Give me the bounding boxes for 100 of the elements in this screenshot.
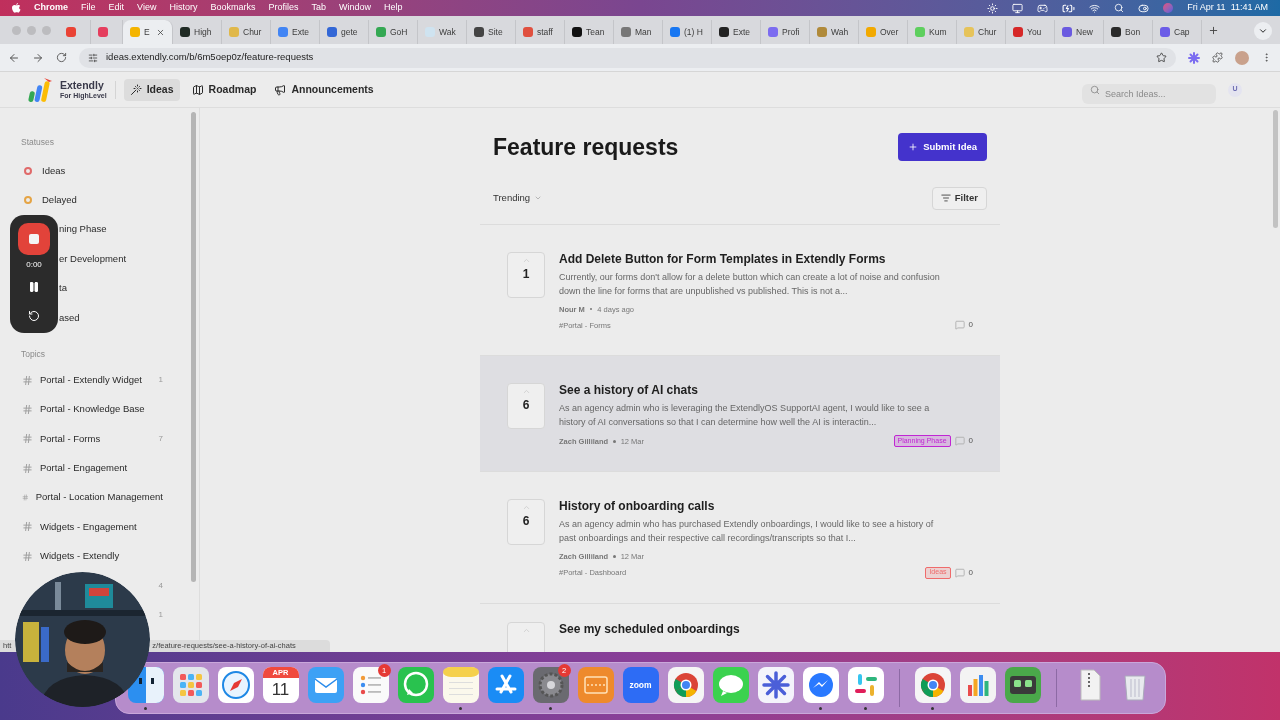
- url-text: ideas.extendly.com/b/6m5oep0z/feature-requests: [106, 50, 314, 65]
- filter-icon: [940, 193, 951, 203]
- comment-icon: [954, 567, 965, 578]
- section-heading: Statuses: [20, 136, 56, 148]
- sort-dropdown[interactable]: Trending: [493, 190, 543, 206]
- post-title[interactable]: See a history of AI chats: [559, 383, 973, 398]
- stop-icon: [29, 234, 39, 244]
- topic-label: Portal - Location Management: [35, 490, 163, 505]
- vote-button[interactable]: 6: [507, 499, 545, 545]
- topic-item[interactable]: Portal - Location Management: [0, 482, 199, 513]
- robot-icon: [1004, 667, 1041, 703]
- pinwheel-icon: [847, 667, 884, 703]
- topic-item[interactable]: Widgets - Engagement: [0, 512, 199, 542]
- chevron-down-icon: [1258, 26, 1268, 36]
- restart-icon[interactable]: [28, 310, 40, 322]
- zoom-tile: zoom: [622, 667, 659, 703]
- submit-idea-button[interactable]: Submit Idea: [898, 133, 987, 162]
- gamepad-icon[interactable]: [1037, 2, 1049, 14]
- search-icon: [1090, 84, 1100, 95]
- post-card[interactable]: [480, 355, 1000, 471]
- menu-item[interactable]: Help: [384, 1, 403, 15]
- search-icon[interactable]: [1114, 3, 1125, 13]
- comment-count: 0: [968, 566, 973, 579]
- nav-tab[interactable]: Ideas: [123, 78, 180, 101]
- address-field[interactable]: ideas.extendly.com/b/6m5oep0z/feature-requests: [79, 47, 1176, 68]
- monitor-icon[interactable]: [1012, 2, 1024, 14]
- status-item[interactable]: Delayed: [0, 185, 199, 215]
- profile-avatar[interactable]: [1235, 50, 1249, 65]
- browser-tab[interactable]: E: [123, 20, 173, 44]
- menu-item[interactable]: Window: [338, 1, 371, 15]
- menu-item[interactable]: View: [137, 1, 157, 15]
- topic-item[interactable]: Portal - Extendly Widget 1: [0, 365, 199, 395]
- dock-item[interactable]: zoom: [620, 667, 661, 713]
- status-item[interactable]: Ideas: [0, 156, 199, 186]
- back-icon[interactable]: [8, 51, 20, 64]
- topic-label: Widgets - Engagement: [40, 519, 137, 534]
- menu-item[interactable]: Profiles: [268, 1, 299, 15]
- menu-item[interactable]: History: [169, 1, 198, 15]
- menu-item[interactable]: Bookmarks: [210, 1, 256, 15]
- hash-icon: [22, 433, 33, 445]
- post-title[interactable]: See my scheduled onboardings: [559, 621, 973, 637]
- menu-item[interactable]: Edit: [108, 1, 125, 15]
- chevron-down-icon: [534, 194, 543, 202]
- topic-item[interactable]: Portal - Engagement: [0, 453, 199, 483]
- control-center-icon[interactable]: [1138, 2, 1150, 14]
- bar-chart-icon: [959, 667, 996, 703]
- hash-icon: [22, 403, 33, 415]
- post-description: As an agency admin who is leveraging the ExtendlyOS SupportAI agent, I would like to see a history of AI conversations so that I can determine how well the AI is interactin...: [559, 402, 931, 429]
- vote-button[interactable]: 6: [507, 383, 545, 429]
- chat-bubble-icon: [397, 667, 434, 703]
- flower-extension-icon[interactable]: [1188, 51, 1200, 64]
- page-title: Feature requests: [493, 133, 679, 162]
- extensions-icon[interactable]: [1212, 52, 1223, 63]
- speech-bubble-icon: [712, 667, 749, 703]
- color-orb-icon[interactable]: [1163, 3, 1174, 13]
- menu-item[interactable]: File: [81, 1, 96, 15]
- pause-icon[interactable]: [28, 281, 40, 293]
- post-title[interactable]: History of onboarding calls: [559, 499, 973, 514]
- logo-name: Extendly: [60, 80, 105, 91]
- topic-count: 7: [158, 432, 163, 445]
- envelope-icon: [307, 667, 344, 703]
- stop-recording-button[interactable]: [18, 223, 50, 255]
- app-menu[interactable]: Chrome: [34, 1, 68, 15]
- compass-icon: [217, 667, 254, 703]
- forward-icon[interactable]: [32, 51, 44, 64]
- vote-button[interactable]: 1: [507, 251, 545, 298]
- nav-tab[interactable]: Roadmap: [185, 78, 263, 101]
- hash-icon: [22, 521, 33, 533]
- scrollbar-thumb[interactable]: [1273, 110, 1278, 228]
- post-title[interactable]: Add Delete Button for Form Templates in Extendly Forms: [559, 251, 973, 267]
- hash-icon: [22, 374, 33, 386]
- sun-icon[interactable]: [987, 2, 999, 14]
- reload-icon[interactable]: [56, 52, 67, 63]
- status-item[interactable]: ased: [59, 310, 80, 325]
- site-settings-icon[interactable]: [88, 52, 98, 63]
- topic-item[interactable]: Widgets - Extendly: [0, 541, 199, 572]
- status-item[interactable]: ta: [59, 281, 67, 296]
- dotted-panel-icon: [577, 667, 614, 703]
- search-field[interactable]: Search Ideas...: [1082, 83, 1216, 104]
- apple-logo-icon[interactable]: [12, 3, 21, 13]
- grid-icon: [172, 667, 209, 703]
- recording-time: 0:00: [26, 259, 42, 271]
- bookmark-star-icon[interactable]: [1156, 52, 1167, 63]
- lightning-bubble-icon: [802, 667, 839, 703]
- nav-tab[interactable]: Announcements: [268, 78, 380, 101]
- scrollbar-thumb[interactable]: [191, 112, 196, 582]
- filter-button[interactable]: Filter: [931, 186, 987, 210]
- new-tab-icon[interactable]: [1208, 25, 1219, 36]
- topic-item[interactable]: Portal - Forms 7: [0, 424, 199, 454]
- post-card[interactable]: See my scheduled onboardings: [480, 602, 1000, 652]
- menu-clock[interactable]: Fri Apr 11 11:41 AM: [1187, 1, 1268, 15]
- topic-label: Portal - Engagement: [40, 461, 128, 476]
- menu-item[interactable]: Tab: [311, 1, 326, 15]
- status-item[interactable]: er Development: [59, 251, 127, 266]
- wifi-icon[interactable]: [1089, 2, 1101, 14]
- topic-item[interactable]: Portal - Knowledge Base: [0, 394, 199, 425]
- status-item[interactable]: ning Phase: [59, 222, 107, 237]
- megaphone-icon: [274, 83, 287, 96]
- close-tab-icon[interactable]: [156, 27, 165, 37]
- plus-icon: [908, 142, 919, 153]
